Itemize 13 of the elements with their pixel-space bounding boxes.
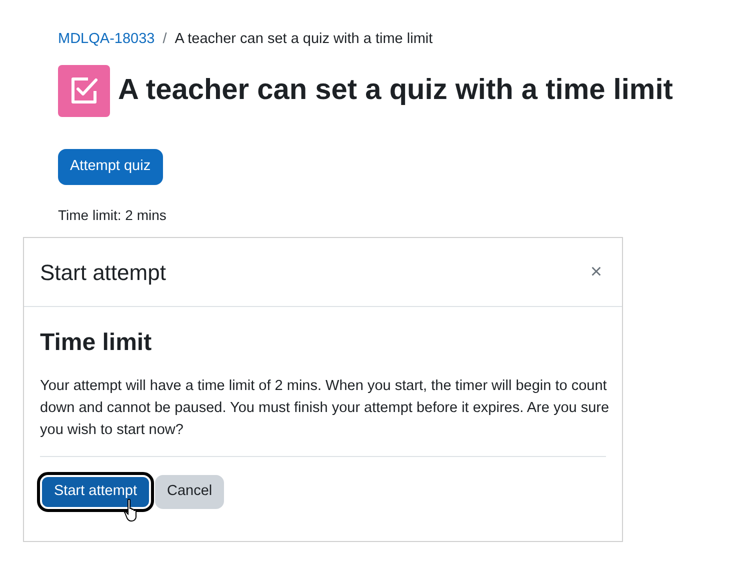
breadcrumb-current: A teacher can set a quiz with a time limit bbox=[174, 30, 433, 49]
page-title: A teacher can set a quiz with a time limit bbox=[118, 73, 673, 108]
breadcrumb-separator: / bbox=[162, 30, 167, 49]
attempt-quiz-button[interactable]: Attempt quiz bbox=[58, 148, 163, 185]
start-attempt-button[interactable]: Start attempt bbox=[40, 475, 152, 509]
dialog-message: Your attempt will have a time limit of 2 mins. When you start, the timer will begin to count down and cannot be paused. You must finish your attempt before it expires. Are you sure you wish to start now? bbox=[40, 377, 610, 440]
close-button[interactable]: × bbox=[586, 257, 606, 287]
time-limit-text: Time limit: 2 mins bbox=[58, 206, 166, 223]
dialog-heading: Time limit bbox=[40, 328, 153, 358]
quiz-icon bbox=[58, 64, 110, 117]
cancel-button[interactable]: Cancel bbox=[155, 475, 224, 509]
breadcrumb-link[interactable]: MDLQA-18033 bbox=[58, 29, 155, 51]
dialog-title: Start attempt bbox=[40, 258, 166, 287]
